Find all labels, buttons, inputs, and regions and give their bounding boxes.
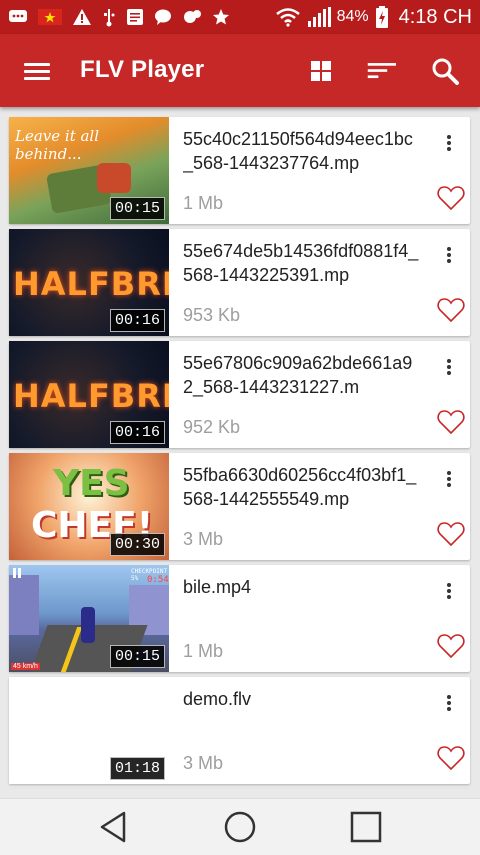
heart-outline-icon[interactable] (437, 521, 465, 547)
video-item[interactable]: HALFBRIC 00:16 55e674de5b14536fdf0881f4_… (9, 229, 470, 336)
more-options-icon[interactable] (439, 691, 459, 715)
grid-view-icon[interactable] (306, 56, 336, 86)
video-list: Leave it all behind... 00:15 55c40c21150… (0, 107, 480, 789)
nav-recents-icon[interactable] (348, 809, 384, 845)
video-size: 3 Mb (183, 753, 224, 773)
heart-outline-icon[interactable] (437, 185, 465, 211)
thumbnail-caption: HALFBRIC (13, 377, 169, 415)
heart-outline-icon[interactable] (437, 745, 465, 771)
duration-badge: 00:16 (109, 421, 165, 444)
thumbnail-caption: Leave it all behind... (15, 127, 100, 163)
flag-icon (38, 9, 62, 25)
signal-icon (307, 7, 331, 27)
pause-icon (12, 568, 22, 578)
duration-badge: 01:18 (109, 757, 165, 780)
video-size: 953 Kb (183, 305, 241, 325)
message-bubble-icon (155, 9, 171, 25)
video-size: 1 Mb (183, 193, 224, 213)
video-size: 952 Kb (183, 417, 241, 437)
video-thumbnail[interactable]: HALFBRIC 00:16 (9, 341, 169, 448)
more-options-icon[interactable] (439, 467, 459, 491)
sort-icon[interactable] (366, 56, 396, 86)
video-thumbnail[interactable]: Leave it all behind... 00:15 (9, 117, 169, 224)
video-item[interactable]: 01:18 demo.flv 3 Mb (9, 677, 470, 784)
video-thumbnail[interactable]: 01:18 (9, 677, 169, 784)
more-options-icon[interactable] (439, 243, 459, 267)
star-icon (213, 9, 229, 25)
video-size: 3 Mb (183, 529, 224, 549)
thumbnail-caption: 0:54:16 (147, 575, 169, 585)
status-bar-notifications (8, 7, 230, 27)
video-filename: 55e67806c909a62bde661a92_568-1443231227.… (183, 353, 413, 397)
video-filename: 55fba6630d60256cc4f03bf1_568-1442555549.… (183, 465, 417, 509)
video-thumbnail[interactable]: CHECKPOINT 5% 0:54:16 45 km/h 00:15 (9, 565, 169, 672)
nav-back-icon[interactable] (96, 809, 132, 845)
more-options-icon[interactable] (439, 131, 459, 155)
app-bar: FLV Player (0, 34, 480, 107)
video-item[interactable]: CHECKPOINT 5% 0:54:16 45 km/h 00:15 bile… (9, 565, 470, 672)
chat-notification-icon (9, 10, 27, 22)
heart-outline-icon[interactable] (437, 297, 465, 323)
more-options-icon[interactable] (439, 579, 459, 603)
heart-outline-icon[interactable] (437, 633, 465, 659)
duration-badge: 00:15 (109, 197, 165, 220)
video-filename: 55c40c21150f564d94eec1bc_568-1443237764.… (183, 129, 413, 173)
video-item[interactable]: YES CHEF! 00:30 55fba6630d60256cc4f03bf1… (9, 453, 470, 560)
thumbnail-caption: 45 km/h (11, 663, 40, 670)
status-bar-system: 84% 4:18 CH (275, 6, 472, 29)
video-filename: 55e674de5b14536fdf0881f4_568-1443225391.… (183, 241, 419, 285)
video-filename: bile.mp4 (183, 577, 252, 597)
search-icon[interactable] (430, 56, 460, 86)
warning-icon (73, 9, 91, 25)
thumbnail-caption: HALFBRIC (13, 265, 169, 303)
document-icon (127, 9, 143, 25)
video-size: 1 Mb (183, 641, 224, 661)
app-notification-icon (184, 10, 201, 23)
status-bar: 84% 4:18 CH (0, 0, 480, 34)
hamburger-menu-icon[interactable] (22, 60, 52, 82)
navigation-bar (0, 798, 480, 855)
video-item[interactable]: Leave it all behind... 00:15 55c40c21150… (9, 117, 470, 224)
nav-home-icon[interactable] (222, 809, 258, 845)
duration-badge: 00:30 (109, 533, 165, 556)
video-filename: demo.flv (183, 689, 252, 709)
duration-badge: 00:16 (109, 309, 165, 332)
video-thumbnail[interactable]: YES CHEF! 00:30 (9, 453, 169, 560)
battery-charging-icon (375, 6, 388, 28)
app-title: FLV Player (80, 56, 205, 83)
video-item[interactable]: HALFBRIC 00:16 55e67806c909a62bde661a92_… (9, 341, 470, 448)
more-options-icon[interactable] (439, 355, 459, 379)
clock: 4:18 CH (398, 5, 472, 28)
battery-percent: 84% (336, 8, 369, 25)
heart-outline-icon[interactable] (437, 409, 465, 435)
video-thumbnail[interactable]: HALFBRIC 00:16 (9, 229, 169, 336)
thumbnail-caption: YES (53, 463, 130, 504)
wifi-icon (275, 8, 300, 27)
duration-badge: 00:15 (109, 645, 165, 668)
usb-icon (104, 9, 115, 27)
